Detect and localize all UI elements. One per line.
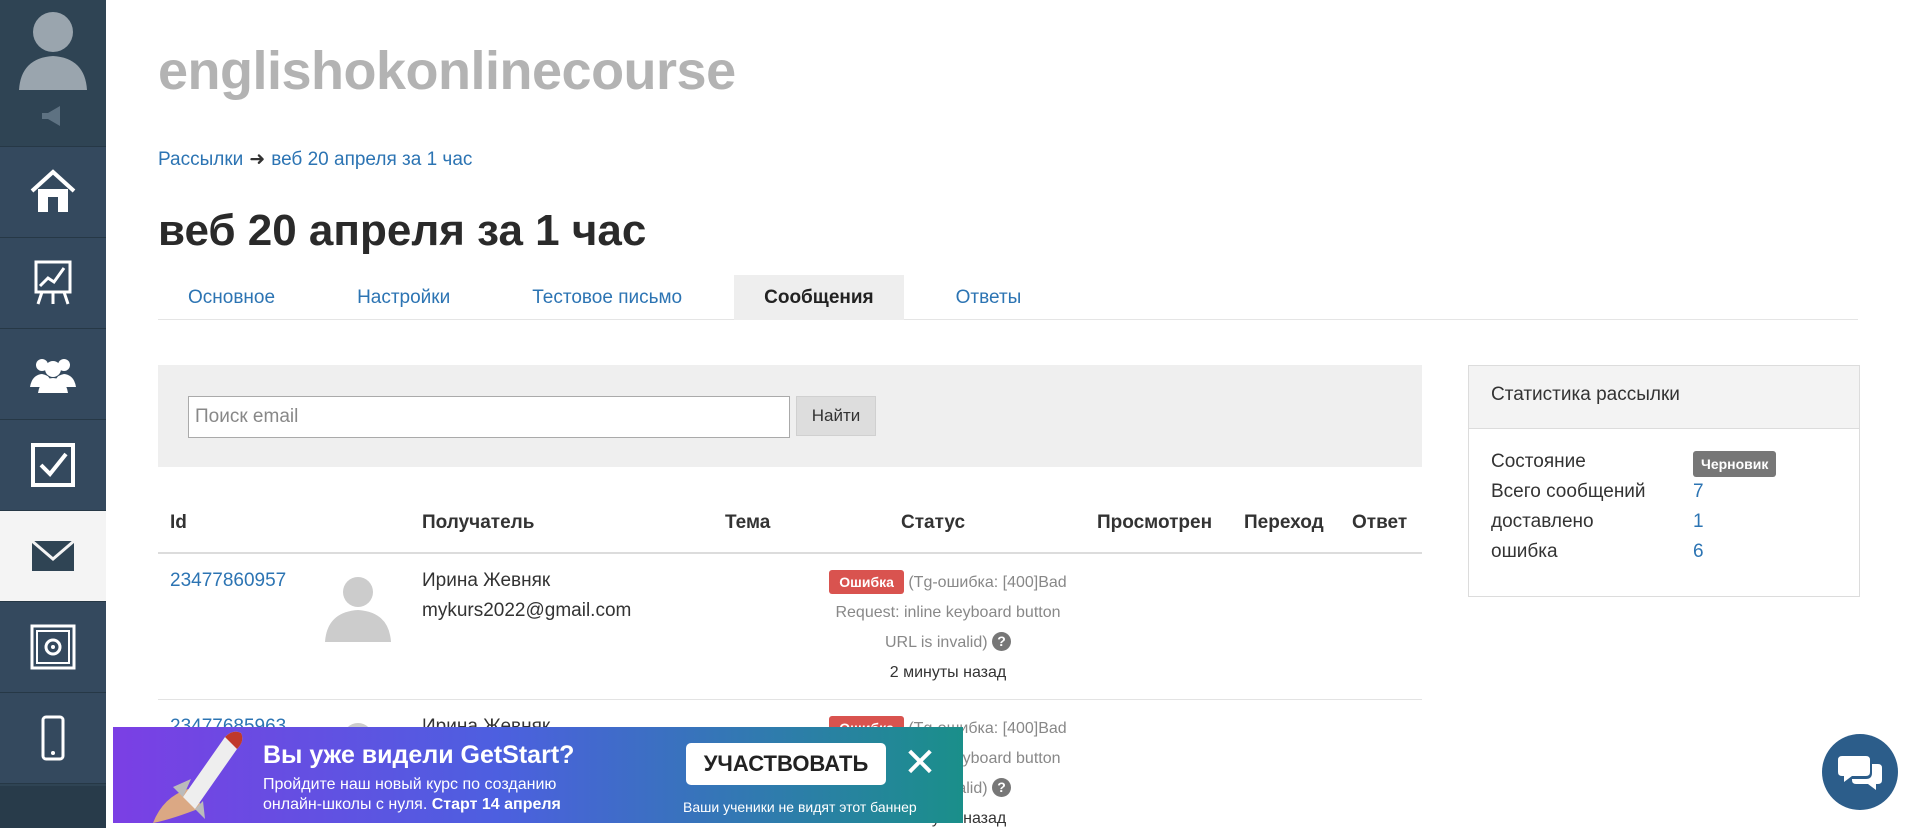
mailing-stats-panel: Статистика рассылки Состояние Черновик В…: [1468, 365, 1860, 597]
recipient-name: Ирина Жевняк: [422, 570, 551, 591]
mobile-phone-icon: [41, 715, 65, 761]
breadcrumb-mailings-link[interactable]: Рассылки: [158, 149, 243, 170]
promo-text-line1: Пройдите наш новый курс по созданию: [263, 776, 557, 793]
promo-banner[interactable]: Вы уже видели GetStart? Пройдите наш нов…: [113, 727, 963, 823]
sidebar-item-tasks[interactable]: [0, 420, 106, 511]
tab-settings[interactable]: Настройки: [327, 275, 480, 320]
header-click[interactable]: Переход: [1244, 512, 1324, 534]
promo-text: Пройдите наш новый курс по созданию онла…: [263, 775, 561, 815]
help-icon[interactable]: ?: [992, 632, 1011, 651]
search-email-input[interactable]: [188, 396, 790, 438]
header-status[interactable]: Статус: [901, 512, 965, 534]
home-icon: [30, 169, 76, 212]
header-subject[interactable]: Тема: [725, 512, 770, 534]
breadcrumb: Рассылки ➜ веб 20 апреля за 1 час: [158, 148, 472, 171]
header-reply[interactable]: Ответ: [1352, 512, 1407, 534]
users-icon: [30, 359, 76, 393]
mail-icon: [31, 539, 75, 571]
header-recipient[interactable]: Получатель: [422, 512, 534, 534]
sidebar-item-mailings[interactable]: [0, 511, 106, 602]
state-badge: Черновик: [1693, 451, 1777, 477]
breadcrumb-current-link[interactable]: веб 20 апреля за 1 час: [271, 149, 472, 170]
sidebar-item-analytics[interactable]: [0, 238, 106, 329]
promo-title: Вы уже видели GetStart?: [263, 741, 575, 769]
tab-messages[interactable]: Сообщения: [734, 275, 904, 320]
breadcrumb-arrow-icon: ➜: [249, 149, 266, 170]
main-content: englishokonlinecourse Рассылки ➜ веб 20 ап…: [106, 0, 1920, 828]
promo-participate-button[interactable]: УЧАСТВОВАТЬ: [686, 743, 886, 785]
app-title: englishokonlinecourse: [158, 41, 736, 101]
tab-bar: Основное Настройки Тестовое письмо Сообщ…: [158, 275, 1858, 320]
table-header: Id Получатель Тема Статус Просмотрен Пер…: [158, 500, 1422, 554]
help-icon[interactable]: ?: [992, 778, 1011, 797]
sidebar-profile: [0, 0, 106, 147]
sidebar-item-safe[interactable]: [0, 602, 106, 693]
table-row: 23477860957 Ирина Жевняк mykurs2022@gmai…: [158, 554, 1422, 700]
message-id-link[interactable]: 23477860957: [170, 570, 286, 592]
chat-button[interactable]: [1822, 734, 1898, 810]
status-badge: Ошибка: [829, 570, 904, 594]
chart-board-icon: [34, 260, 72, 305]
stats-total-label: Всего сообщений: [1491, 481, 1646, 502]
safe-icon: [30, 624, 76, 670]
page-title: веб 20 апреля за 1 час: [158, 206, 647, 255]
error-text-3: URL is invalid): [885, 634, 988, 651]
user-avatar-icon[interactable]: [13, 6, 93, 90]
promo-text-line2: онлайн-школы с нуля.: [263, 796, 428, 813]
error-text-2: Request: inline keyboard button: [835, 604, 1061, 621]
checkbox-icon: [31, 443, 75, 487]
sidebar-item-users[interactable]: [0, 329, 106, 420]
stats-error-label: ошибка: [1491, 541, 1558, 562]
recipient-email: mykurs2022@gmail.com: [422, 600, 632, 621]
error-text-1: (Tg-ошибка: [400]Bad: [908, 574, 1067, 591]
tab-main[interactable]: Основное: [158, 275, 305, 320]
stats-total-link[interactable]: 7: [1693, 481, 1704, 503]
search-button[interactable]: Найти: [796, 396, 876, 436]
recipient-avatar-icon: [325, 577, 391, 642]
stats-delivered-label: доставлено: [1491, 511, 1594, 532]
close-icon[interactable]: ✕: [900, 743, 940, 783]
stats-title: Статистика рассылки: [1469, 366, 1859, 429]
tab-replies[interactable]: Ответы: [926, 275, 1052, 320]
stats-error-link[interactable]: 6: [1693, 541, 1704, 563]
promo-start-date: Старт 14 апреля: [431, 796, 561, 813]
stats-delivered-link[interactable]: 1: [1693, 511, 1704, 533]
promo-note: Ваши ученики не видят этот баннер: [683, 799, 917, 815]
sidebar-footer: [0, 786, 106, 828]
sidebar-item-mobile[interactable]: [0, 693, 106, 784]
message-time: 2 минуты назад: [889, 664, 1007, 681]
header-id[interactable]: Id: [170, 512, 187, 534]
sidebar-item-home[interactable]: [0, 147, 106, 238]
sidebar: [0, 0, 106, 828]
search-panel: Найти: [158, 365, 1422, 467]
message-status: Ошибка (Tg-ошибка: [400]Bad Request: inl…: [798, 568, 1098, 688]
rocket-icon: [153, 731, 243, 823]
chat-bubbles-icon: [1838, 756, 1882, 790]
tab-test-letter[interactable]: Тестовое письмо: [502, 275, 712, 320]
stats-state-label: Состояние: [1491, 451, 1586, 472]
announcement-icon[interactable]: [38, 104, 68, 128]
header-viewed[interactable]: Просмотрен: [1097, 512, 1212, 534]
